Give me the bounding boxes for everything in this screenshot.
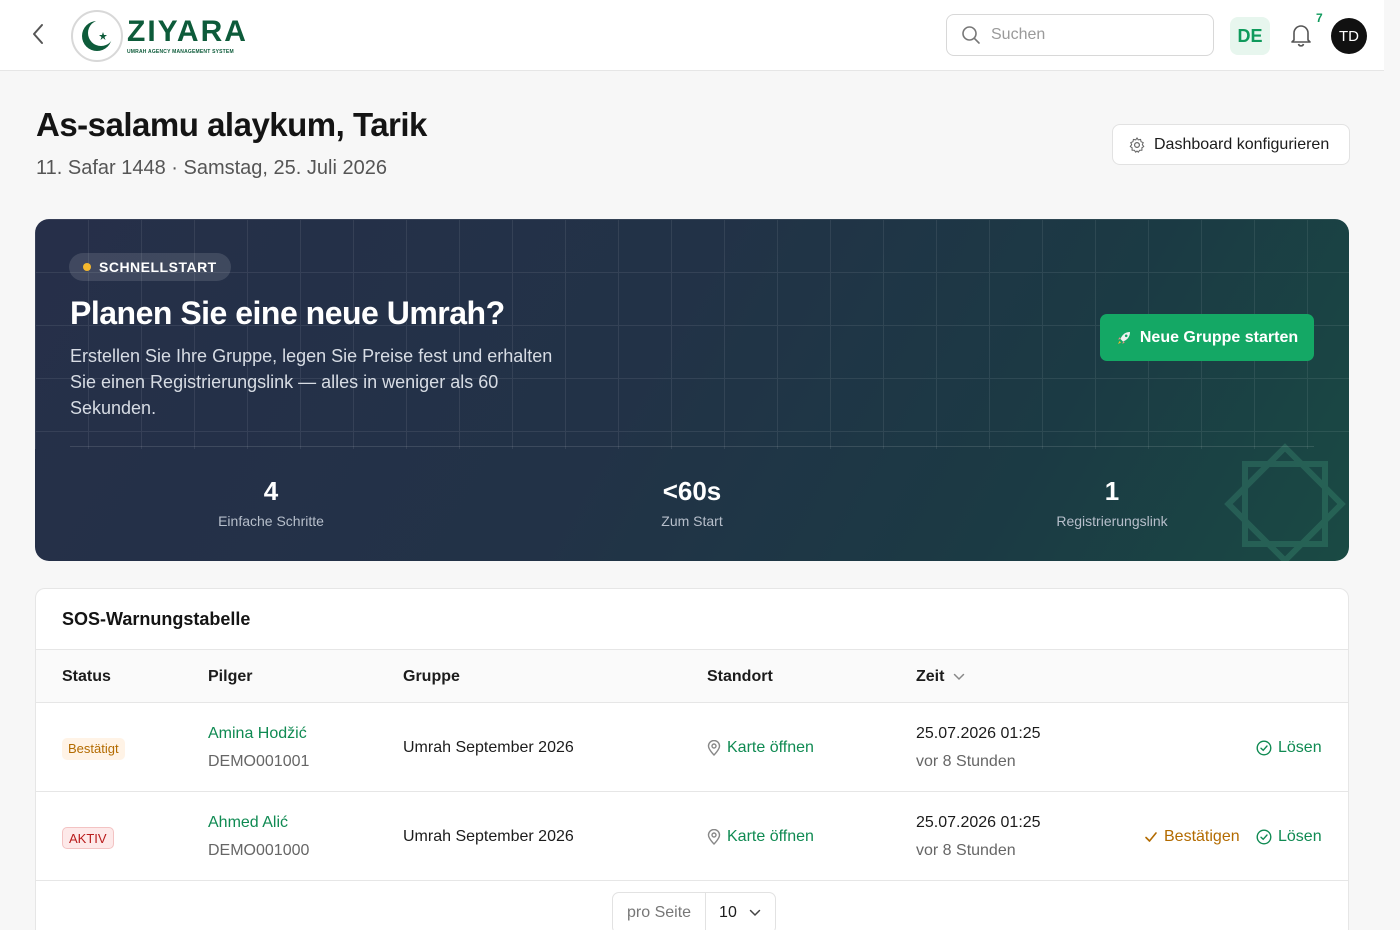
table-header: Status Pilger Gruppe Standort Zeit — [36, 649, 1348, 703]
start-new-group-label: Neue Gruppe starten — [1139, 328, 1299, 346]
card-title: SOS-Warnungstabelle — [62, 609, 251, 629]
page-title: As-salamu alaykum, Tarik — [36, 106, 427, 143]
open-map-link[interactable]: Karte öffnen — [707, 739, 814, 757]
stat-value: <60s — [662, 476, 722, 506]
column-time-sort[interactable]: Zeit — [916, 668, 965, 686]
check-icon — [1145, 832, 1157, 842]
configure-dashboard-button[interactable]: Dashboard konfigurieren — [1112, 124, 1350, 165]
status-badge: Bestätigt — [62, 738, 125, 760]
status-badge: AKTIV — [62, 827, 114, 849]
avatar[interactable]: TD — [1331, 18, 1367, 54]
hero-divider — [70, 446, 1314, 447]
crescent-logo-icon — [71, 10, 123, 62]
resolve-label: Lösen — [1278, 739, 1322, 756]
gear-icon — [1129, 136, 1145, 153]
stat-label: Zum Start — [661, 513, 723, 529]
quickstart-badge: SCHNELLSTART — [69, 253, 231, 281]
start-new-group-button[interactable]: Neue Gruppe starten — [1100, 314, 1314, 361]
hero-title: Planen Sie eine neue Umrah? — [70, 295, 505, 331]
pilgrim-name-link[interactable]: Ahmed Alić — [208, 814, 288, 832]
check-circle-icon — [1256, 829, 1272, 845]
pagination-per-page: pro Seite 10 — [612, 892, 776, 930]
alert-relative-time: vor 8 Stunden — [916, 842, 1016, 859]
hero-description: Erstellen Sie Ihre Gruppe, legen Sie Pre… — [70, 346, 553, 418]
confirm-button[interactable]: Bestätigen — [1144, 828, 1240, 846]
alert-relative-time: vor 8 Stunden — [916, 753, 1016, 770]
logo[interactable]: ZIYARA UMRAH AGENCY MANAGEMENT SYSTEM — [71, 10, 248, 62]
map-pin-icon — [707, 829, 721, 845]
stat-start-time: <60s Zum Start — [592, 476, 792, 529]
search-input[interactable] — [991, 26, 1191, 44]
confirm-label: Bestätigen — [1164, 828, 1240, 845]
language-switcher[interactable]: DE — [1230, 17, 1270, 55]
stat-label: Registrierungslink — [1056, 513, 1168, 529]
chevron-down-icon — [954, 673, 965, 681]
bell-icon[interactable] — [1287, 21, 1315, 49]
sos-alert-table-card: SOS-Warnungstabelle Status Pilger Gruppe… — [35, 588, 1349, 930]
alert-time: 25.07.2026 01:25 — [916, 725, 1041, 742]
per-page-value: 10 — [719, 904, 737, 921]
stat-label: Einfache Schritte — [218, 513, 324, 529]
search-icon — [962, 26, 980, 44]
check-circle-icon — [1256, 740, 1272, 756]
logo-name: ZIYARA — [127, 15, 248, 48]
column-pilgrim: Pilger — [208, 668, 253, 685]
map-pin-icon — [707, 740, 721, 756]
configure-dashboard-label: Dashboard konfigurieren — [1154, 135, 1330, 153]
table-row: Bestätigt Amina Hodžić DEMO001001 Umrah … — [36, 703, 1348, 792]
resolve-button[interactable]: Lösen — [1256, 739, 1322, 757]
group-name: Umrah September 2026 — [403, 739, 574, 756]
per-page-select[interactable]: 10 — [706, 893, 775, 930]
column-time: Zeit — [916, 668, 945, 685]
table-row: AKTIV Ahmed Alić DEMO001000 Umrah Septem… — [36, 792, 1348, 881]
alert-time: 25.07.2026 01:25 — [916, 814, 1041, 831]
column-group: Gruppe — [403, 668, 460, 685]
resolve-button[interactable]: Lösen — [1256, 828, 1322, 846]
stat-value: 4 — [263, 476, 279, 506]
group-name: Umrah September 2026 — [403, 828, 574, 845]
search-box[interactable] — [946, 14, 1214, 56]
resolve-label: Lösen — [1278, 828, 1322, 845]
stat-registration-link: 1 Registrierungslink — [1012, 476, 1212, 529]
page-date: 11. Safar 1448 · Samstag, 25. Juli 2026 — [36, 157, 387, 179]
pilgrim-id: DEMO001000 — [208, 842, 310, 859]
chevron-down-icon — [749, 909, 761, 917]
per-page-label: pro Seite — [613, 893, 707, 930]
stat-value: 1 — [1104, 476, 1120, 506]
column-status: Status — [62, 668, 111, 685]
open-map-label: Karte öffnen — [727, 739, 814, 756]
top-bar: ZIYARA UMRAH AGENCY MANAGEMENT SYSTEM DE… — [0, 0, 1384, 71]
stat-steps: 4 Einfache Schritte — [171, 476, 371, 529]
open-map-label: Karte öffnen — [727, 828, 814, 845]
star-pattern-icon — [1224, 443, 1346, 561]
logo-subtitle: UMRAH AGENCY MANAGEMENT SYSTEM — [127, 49, 234, 55]
column-location: Standort — [707, 668, 773, 685]
quickstart-banner: SCHNELLSTART Planen Sie eine neue Umrah?… — [35, 219, 1349, 561]
pilgrim-id: DEMO001001 — [208, 753, 310, 770]
pilgrim-name-link[interactable]: Amina Hodžić — [208, 725, 307, 743]
rocket-icon — [1117, 331, 1130, 344]
open-map-link[interactable]: Karte öffnen — [707, 828, 814, 846]
back-chevron-icon[interactable] — [26, 22, 50, 46]
notification-count: 7 — [1316, 11, 1323, 25]
